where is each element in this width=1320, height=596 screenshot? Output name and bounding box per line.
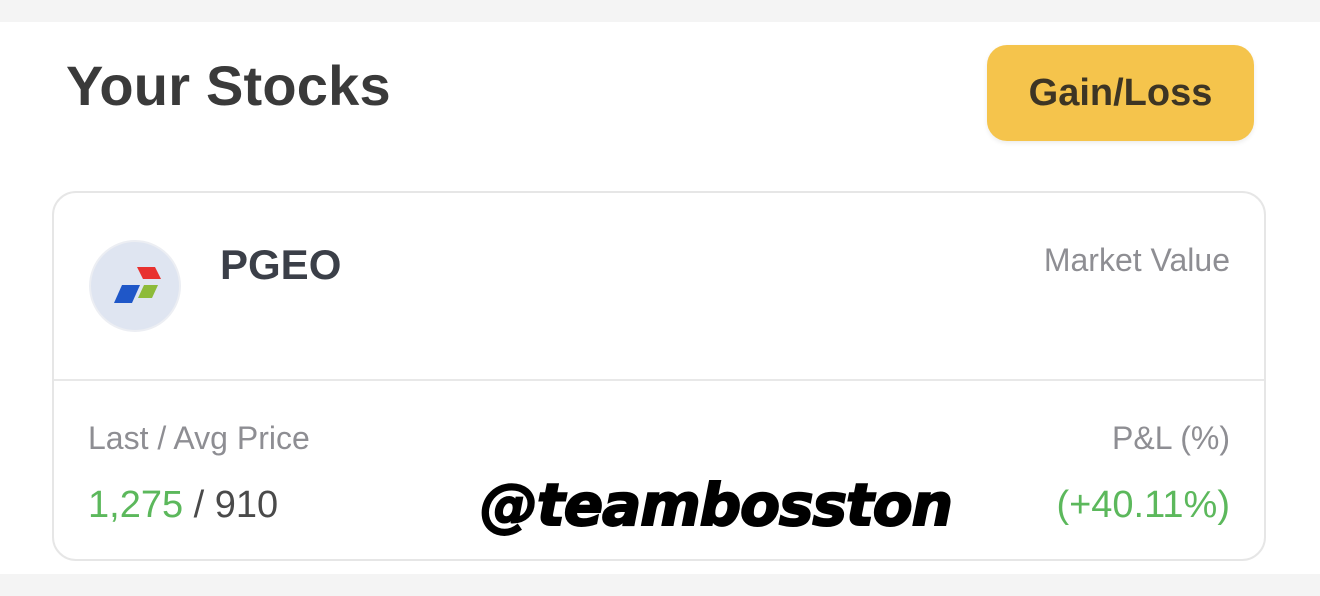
pl-label: P&L (%) (1112, 420, 1230, 456)
pl-value: (+40.11%) (1056, 484, 1230, 526)
last-price: 1,275 (88, 484, 184, 526)
watermark-text: @teambosston (479, 470, 954, 540)
card-divider (54, 379, 1264, 381)
avg-price: 910 (214, 484, 279, 526)
stock-ticker: PGEO (220, 241, 342, 288)
last-avg-price-label: Last / Avg Price (88, 420, 310, 456)
price-separator: / (183, 484, 215, 526)
price-line: 1,275 / 910 (88, 481, 278, 529)
gain-loss-button[interactable]: Gain/Loss (987, 45, 1254, 141)
page-title: Your Stocks (66, 54, 391, 117)
market-value (1056, 319, 1226, 333)
pertamina-logo-icon (89, 240, 181, 332)
market-value-label: Market Value (1043, 242, 1230, 278)
